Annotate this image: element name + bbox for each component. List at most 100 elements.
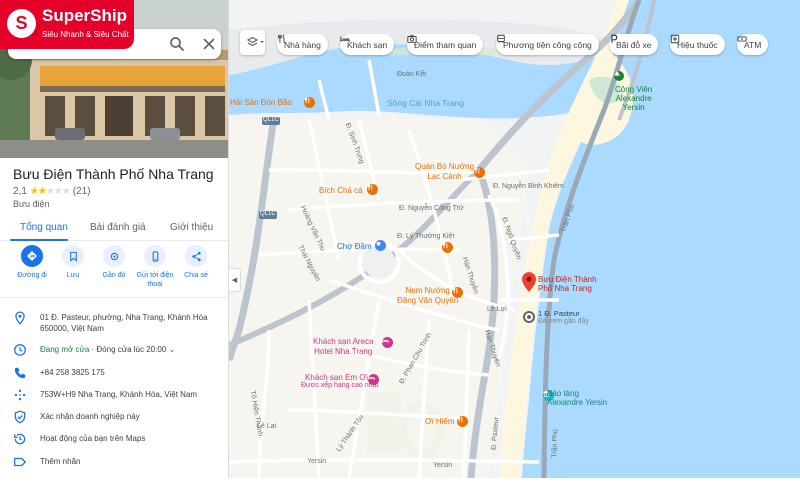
recent-place-pin-icon[interactable] [523,311,535,323]
chevron-left-icon: ◀ [231,277,238,284]
action-buttons: Đường đi Lưu Gần đó Gửi tới điện thoại C… [0,245,228,293]
place-category[interactable]: Bưu điện [13,199,50,209]
chevron-down-icon[interactable]: ⌄ [168,345,175,354]
tab-underline [10,239,68,241]
tab-about[interactable]: Giới thiệu [170,222,213,233]
history-icon [14,433,26,445]
atm-icon [737,36,747,42]
hotel-pin-icon[interactable] [382,337,393,348]
share-icon [191,251,201,261]
poi-khach-san-em-oi[interactable]: Khách sạn Em Ơi [305,373,368,382]
address-text: 01 Đ. Pasteur, phường, Nha Trang, Khánh … [40,313,208,333]
phone-icon [152,250,158,262]
collapse-panel-button[interactable]: ◀ [229,268,241,292]
chip-pharmacy[interactable]: Hiệu thuốc [670,34,725,55]
tab-overview[interactable]: Tổng quan [20,222,68,233]
recent-place-address[interactable]: 1 Đ. Pasteur [538,309,580,318]
verify-business-row[interactable]: Xác nhận doanh nghiệp này [0,410,228,424]
supership-logo: S SuperShip Siêu Nhanh & Siêu Chất [0,0,134,49]
verified-shield-icon [14,410,26,424]
open-status: Đang mở cửa [40,345,90,354]
poi-oi-hiem[interactable]: Ơi Hiểm [425,417,455,426]
directions-label: Đường đi [17,272,47,279]
chip-restaurants[interactable]: Nhà hàng [277,34,328,55]
restaurant-pin-icon[interactable] [457,416,468,427]
phone-call-icon [14,367,26,379]
road-label-tran-phu-2: Trần Phú [551,429,560,458]
rating-row[interactable]: 2,1 ★★★★★ (21) [13,186,91,197]
park-pin-icon[interactable] [614,71,624,81]
maps-activity-row[interactable]: Hoạt động của bạn trên Maps [0,432,228,446]
directions-icon [27,251,37,261]
chip-atm[interactable]: ATM [737,34,769,55]
chip-hotels-label: Khách sạn [347,39,388,50]
road-label-yersin: Yersin [307,458,327,465]
phone-text: +84 258 3825 175 [40,368,105,377]
add-label-row[interactable]: Thêm nhãn [0,455,228,469]
nearby-label: Gần đó [102,272,126,279]
review-count[interactable]: (21) [73,186,91,197]
restaurant-icon [278,34,285,44]
clock-icon [14,344,26,356]
maps-activity-text: Hoạt động của bạn trên Maps [40,434,146,443]
poi-bich-cha-ca[interactable]: Bích Chả cá [319,186,363,195]
directions-button[interactable]: Đường đi [11,245,53,280]
hours-row[interactable]: Đang mở cửa · Đóng cửa lúc 20:00 ⌄ [0,343,228,357]
address-row[interactable]: 01 Đ. Pasteur, phường, Nha Trang, Khánh … [0,311,228,335]
close-icon[interactable] [200,35,218,53]
label-icon [14,457,27,467]
save-button[interactable]: Lưu [52,245,94,280]
add-label-text: Thêm nhãn [40,457,81,466]
plus-code-row[interactable]: 753W+H9 Nha Trang, Khánh Hòa, Việt Nam [0,388,228,402]
chip-transit[interactable]: Phương tiện công cộng [496,34,599,55]
place-title: Bưu Điện Thành Phố Nha Trang [13,166,214,182]
section-divider [0,297,228,298]
road-label-nguyen-cong-tru: Đ. Nguyễn Công Trứ [399,205,464,212]
tab-reviews[interactable]: Bài đánh giá [90,222,146,233]
save-label: Lưu [66,272,80,279]
chip-hotels[interactable]: Khách sạn [340,34,395,55]
pharmacy-icon [670,34,680,44]
nearby-button[interactable]: Gần đó [93,245,135,280]
bookmark-icon [69,251,77,262]
shopping-pin-icon[interactable] [375,240,386,251]
nearby-icon [110,252,118,260]
restaurant-pin-icon[interactable] [474,167,485,178]
chip-parking-label: Bãi đỗ xe [616,39,652,50]
poi-cong-vien-yersin[interactable]: Công Viên Alexandre Yersin [615,85,652,112]
poi-cho-dam[interactable]: Chợ Đầm [337,242,372,251]
restaurant-pin-icon[interactable] [304,97,315,108]
chip-parking[interactable]: Bãi đỗ xe [609,34,659,55]
restaurant-pin-icon[interactable] [367,184,378,195]
road-label-ly-thuong-kiet: Đ. Lý Thường Kiệt [397,233,455,240]
selected-location-pin-icon[interactable] [522,272,536,292]
map-canvas[interactable]: Đoàn Kết Sông Cái Nha Trang QL1C QL1C Đ.… [229,0,800,478]
poi-nem-nuong-dang-van-quyen[interactable]: Nem Nướng Đặng Văn Quyên [397,286,458,306]
closing-time: · Đóng cửa lúc 20:00 [89,345,167,354]
search-icon[interactable] [168,35,186,53]
poi-quan-bo-nuong[interactable]: Quán Bò Nướng Lạc Cảnh [415,162,474,182]
plus-code-icon [14,389,26,401]
category-chips: Nhà hàng Khách sạn Điểm tham quan Phương… [229,32,800,58]
river-label: Sông Cái Nha Trang [387,98,465,108]
poi-buu-dien-nha-trang[interactable]: Bưu Điện Thành Phố Nha Trang [538,275,597,293]
logo-name: SuperShip [42,6,128,25]
recent-place-subtitle: Đã xem gần đây [538,318,589,325]
phone-row[interactable]: +84 258 3825 175 [0,366,228,380]
hotel-pin-icon[interactable] [368,374,379,385]
send-to-phone-label: Gửi tới điện thoại [136,272,174,288]
share-label: Chia sẻ [184,272,208,279]
place-tabs: Tổng quan Bài đánh giá Giới thiệu [0,214,228,241]
poi-hai-san-don-bao[interactable]: Hải Sản Đón Bão [230,98,292,107]
restaurant-pin-icon[interactable] [452,287,463,298]
send-to-phone-button[interactable]: Gửi tới điện thoại [134,245,176,289]
chip-transit-label: Phương tiện công cộng [503,39,592,50]
restaurant-pin-icon[interactable] [442,242,453,253]
chip-attractions[interactable]: Điểm tham quan [407,34,484,55]
road-label-yersin-2: Yersin [433,462,453,469]
chip-restaurants-label: Nhà hàng [284,39,321,50]
location-pin-icon [15,311,25,325]
poi-khach-san-areca[interactable]: Khách sạn Areca Hotel Nha Trang [313,337,373,357]
share-button[interactable]: Chia sẻ [175,245,217,280]
poi-bao-tang-yersin[interactable]: Bảo tàng Alexandre Yersin [547,389,607,407]
